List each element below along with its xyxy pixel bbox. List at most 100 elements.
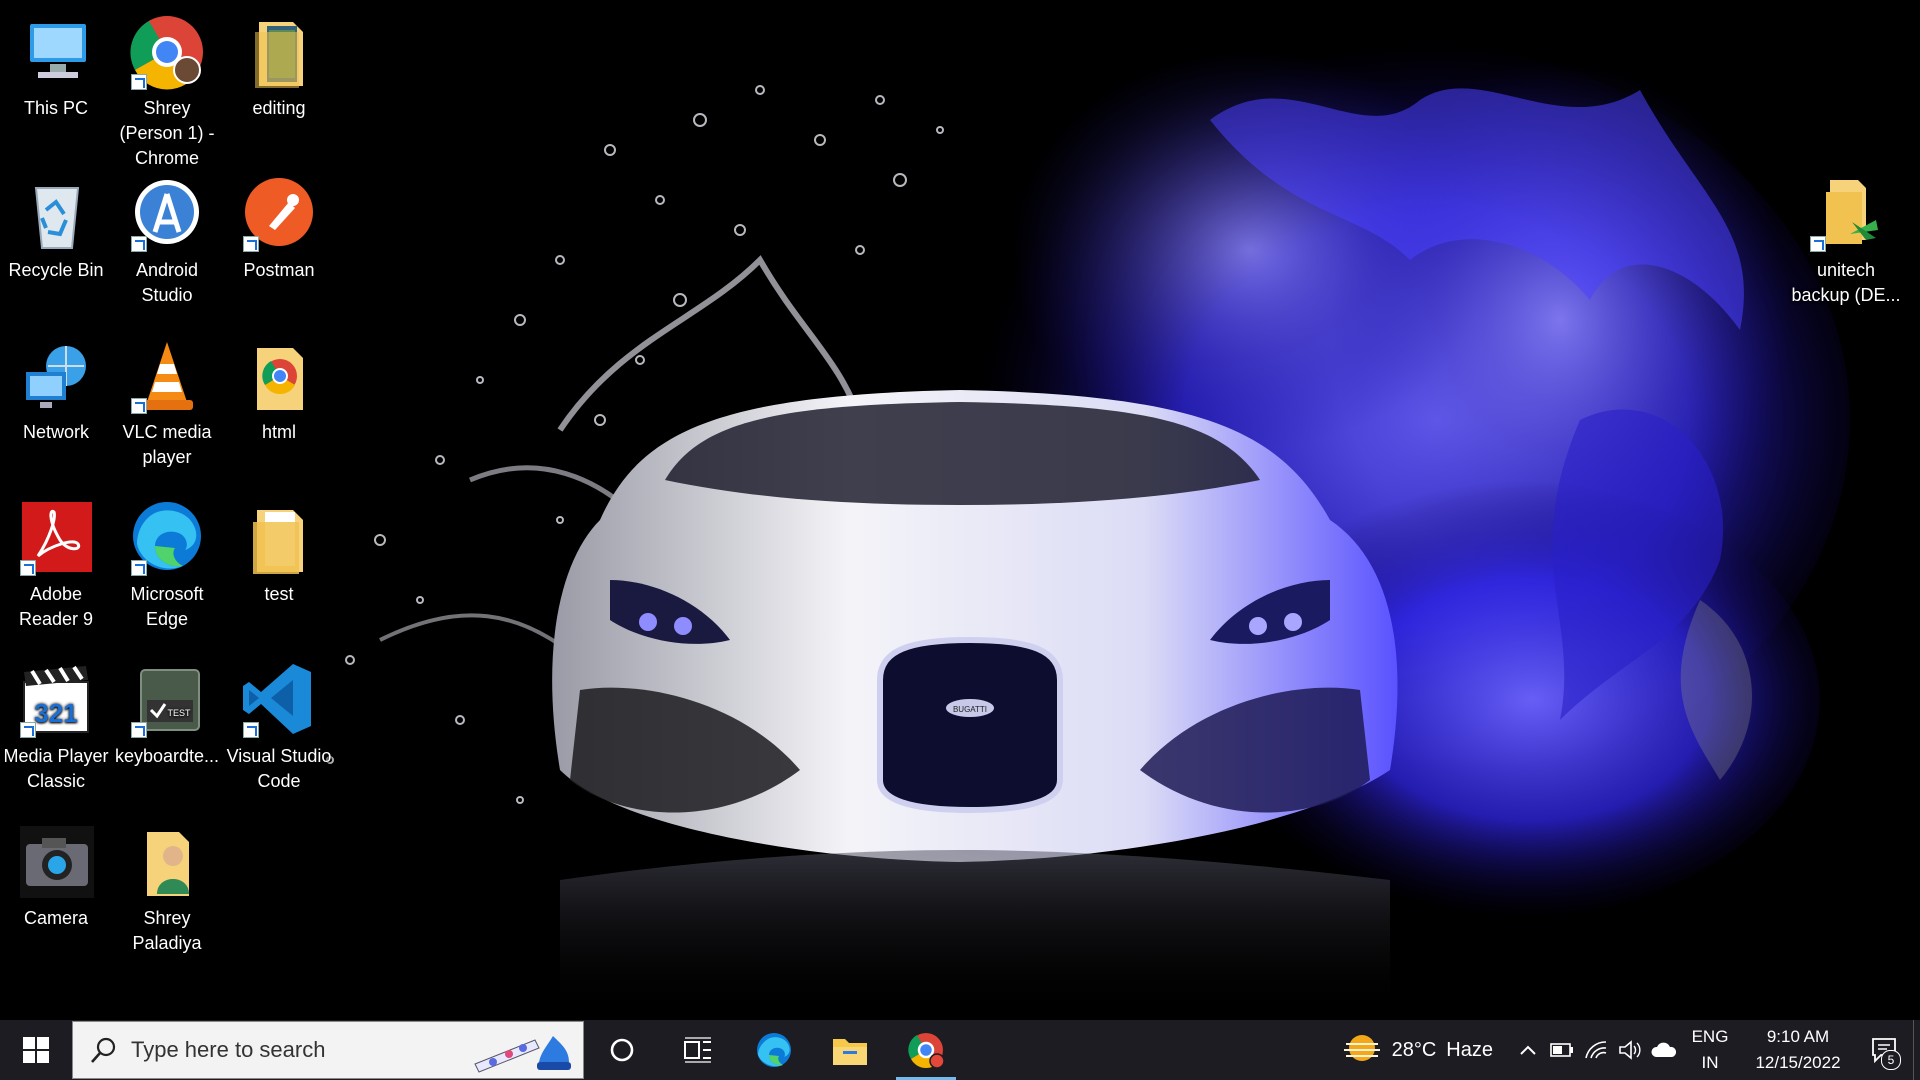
cortana-button[interactable]	[584, 1020, 660, 1080]
folder-icon	[239, 498, 319, 578]
vlc-cone-icon	[127, 336, 207, 416]
volume-button[interactable]	[1613, 1020, 1647, 1080]
desktop-icon-vscode[interactable]: Visual Studio Code	[223, 660, 335, 794]
folder-chrome-icon	[239, 336, 319, 416]
system-tray: 28°C Haze ENG IN 9:10 AM 12/15/2022 5	[1342, 1020, 1920, 1080]
android-studio-icon	[127, 174, 207, 254]
desktop-icon-test[interactable]: test	[223, 498, 335, 607]
clock-time: 9:10 AM	[1766, 1027, 1830, 1046]
chrome-icon	[127, 12, 207, 92]
windows-logo-icon	[23, 1037, 49, 1063]
taskbar-chrome-button[interactable]	[888, 1020, 964, 1080]
car-emblem: BUGATTI	[953, 705, 987, 714]
search-placeholder: Type here to search	[131, 1037, 326, 1062]
chevron-up-icon	[1520, 1045, 1536, 1055]
desktop-icon-postman[interactable]: Postman	[223, 174, 335, 283]
taskbar: Type here to search 28°C Haze ENG IN 9:1…	[0, 1020, 1920, 1080]
taskbar-file-explorer-button[interactable]	[812, 1020, 888, 1080]
start-button[interactable]	[0, 1020, 72, 1080]
taskbar-edge-button[interactable]	[736, 1020, 812, 1080]
language-region: IN	[1701, 1053, 1719, 1072]
desktop-icon-adobe-reader[interactable]: Adobe Reader 9	[0, 498, 112, 632]
desktop-icon-label: keyboardte...	[114, 746, 220, 766]
haze-sun-icon	[1343, 1035, 1380, 1061]
adobe-reader-icon	[16, 498, 96, 578]
show-hidden-icons-button[interactable]	[1511, 1020, 1545, 1080]
desktop-icon-recycle-bin[interactable]: Recycle Bin	[0, 174, 112, 283]
network-icon	[16, 336, 96, 416]
desktop-icon-label: Media Player Classic	[3, 746, 109, 791]
cortana-icon	[610, 1038, 634, 1062]
desktop-icon-html[interactable]: html	[223, 336, 335, 445]
camera-icon	[16, 822, 96, 902]
desktop-icon-mpc[interactable]: 321 Media Player Classic	[0, 660, 112, 794]
keyboard-test-icon: TEST	[127, 660, 207, 740]
task-view-icon	[684, 1037, 711, 1063]
notification-count-badge: 5	[1881, 1050, 1901, 1070]
vscode-icon	[239, 660, 319, 740]
edge-icon	[757, 1033, 791, 1067]
chrome-icon	[908, 1033, 945, 1069]
desktop-icon-label: Android Studio	[135, 260, 199, 305]
edge-icon	[127, 498, 207, 578]
shortcut-arrow-icon	[243, 236, 259, 252]
desktop-icon-keyboardtest[interactable]: TEST keyboardte...	[111, 660, 223, 769]
search-highlight-art-icon	[474, 1036, 571, 1073]
shortcut-arrow-icon	[131, 74, 147, 90]
desktop-icon-label: Recycle Bin	[8, 260, 104, 280]
desktop-icon-chrome-shrey[interactable]: Shrey (Person 1) - Chrome	[111, 12, 223, 171]
test-badge-icon: TEST	[167, 708, 191, 718]
speaker-icon	[1619, 1040, 1641, 1060]
weather-condition: Haze	[1446, 1038, 1493, 1061]
desktop-icon-editing[interactable]: editing	[223, 12, 335, 121]
media-player-classic-icon: 321	[16, 660, 96, 740]
this-pc-icon	[16, 12, 96, 92]
search-icon	[91, 1037, 116, 1063]
shortcut-arrow-icon	[131, 722, 147, 738]
desktop-icon-camera[interactable]: Camera	[0, 822, 112, 931]
desktop-icon-shrey-paladiya[interactable]: Shrey Paladiya	[111, 822, 223, 956]
network-status-button[interactable]	[1579, 1020, 1613, 1080]
shortcut-arrow-icon	[131, 560, 147, 576]
task-view-button[interactable]	[660, 1020, 736, 1080]
folder-icon	[239, 12, 319, 92]
cloud-icon	[1651, 1042, 1677, 1057]
desktop-icon-label: VLC media player	[122, 422, 212, 467]
desktop-icon-android-studio[interactable]: Android Studio	[111, 174, 223, 308]
desktop-icon-vlc[interactable]: VLC media player	[111, 336, 223, 470]
desktop-icon-label: Adobe Reader 9	[18, 584, 94, 629]
language-code: ENG	[1691, 1027, 1729, 1046]
battery-button[interactable]	[1545, 1020, 1579, 1080]
desktop-icon-label: This PC	[23, 98, 88, 118]
weather-temperature: 28°C	[1391, 1038, 1437, 1061]
desktop-icon-label: html	[261, 422, 296, 442]
desktop-icon-label: Network	[22, 422, 89, 442]
desktop-icon-unitech-backup[interactable]: unitech backup (DE...	[1790, 174, 1902, 308]
onedrive-button[interactable]	[1647, 1020, 1681, 1080]
desktop-icon-label: test	[264, 584, 294, 604]
desktop-icon-label: Shrey Paladiya	[132, 908, 202, 953]
shortcut-arrow-icon	[20, 722, 36, 738]
action-center-button[interactable]: 5	[1857, 1020, 1913, 1080]
show-desktop-button[interactable]	[1913, 1020, 1920, 1080]
battery-icon	[1550, 1043, 1573, 1057]
wifi-icon	[1585, 1041, 1607, 1059]
desktop-icon-this-pc[interactable]: This PC	[0, 12, 112, 121]
user-folder-icon	[127, 822, 207, 902]
weather-widget[interactable]: 28°C Haze	[1342, 1032, 1493, 1068]
recycle-bin-icon	[16, 174, 96, 254]
clock-date: 12/15/2022	[1755, 1053, 1841, 1072]
input-language-button[interactable]: ENG IN	[1681, 1024, 1739, 1076]
desktop-icon-label: Postman	[243, 260, 315, 280]
desktop-icon-label: Microsoft Edge	[130, 584, 204, 629]
shortcut-arrow-icon	[131, 398, 147, 414]
clock-button[interactable]: 9:10 AM 12/15/2022	[1739, 1024, 1857, 1076]
desktop-icon-label: editing	[252, 98, 306, 118]
folder-sync-icon	[1806, 174, 1886, 254]
desktop-icon-network[interactable]: Network	[0, 336, 112, 445]
taskbar-search-box[interactable]: Type here to search	[72, 1021, 584, 1079]
postman-icon	[239, 174, 319, 254]
desktop-icon-label: Shrey (Person 1) - Chrome	[119, 98, 215, 168]
desktop-icon-edge[interactable]: Microsoft Edge	[111, 498, 223, 632]
desktop-icon-label: Visual Studio Code	[226, 746, 332, 791]
